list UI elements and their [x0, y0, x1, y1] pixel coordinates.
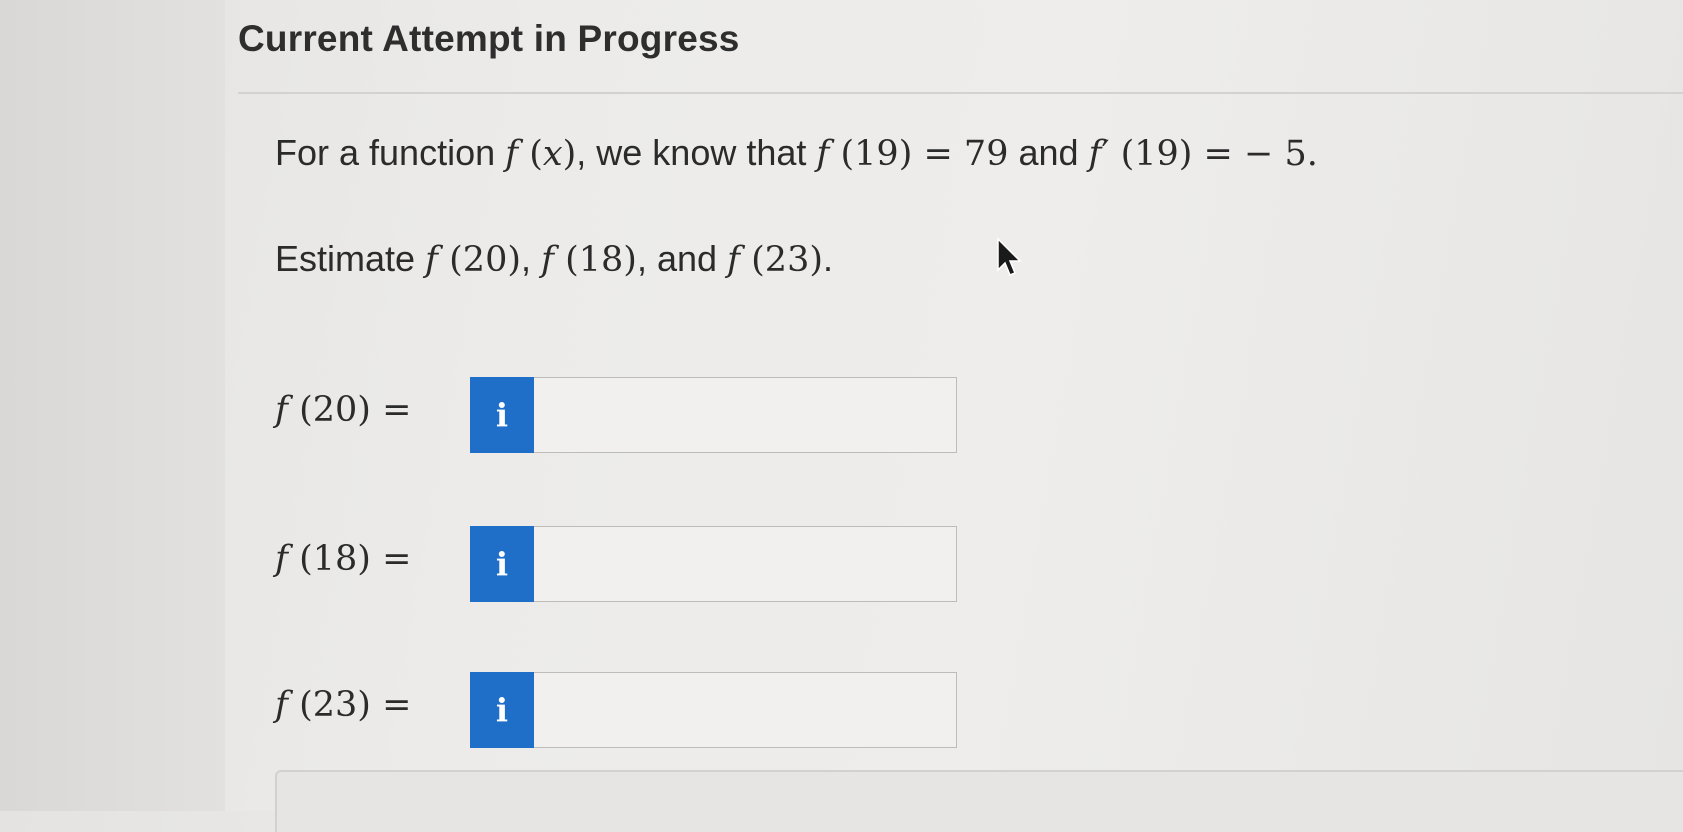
info-button[interactable]: i — [470, 526, 534, 602]
page-title: Current Attempt in Progress — [238, 18, 740, 59]
target-f18: f (18) — [541, 240, 637, 280]
info-icon: i — [495, 545, 509, 583]
answer-input-f18[interactable] — [534, 526, 957, 602]
left-sidebar-strip — [0, 0, 225, 811]
question-text: , we know that — [576, 132, 817, 173]
answer-input-f20[interactable] — [534, 377, 957, 453]
function-fx: f (x) — [505, 134, 577, 174]
question-text: For a function — [275, 132, 506, 173]
question-statement: For a function f (x), we know that f (19… — [275, 132, 1318, 174]
info-button[interactable]: i — [470, 672, 534, 748]
answer-label-f20: f (20) = — [275, 390, 412, 430]
target-f20: f (20) — [425, 240, 521, 280]
answer-label-f18: f (18) = — [275, 539, 412, 579]
given-derivative-f19: f′ (19) = − 5. — [1088, 134, 1318, 174]
answer-label-f23: f (23) = — [275, 685, 412, 725]
answer-row-f23: f (23) = i — [275, 667, 975, 751]
info-button[interactable]: i — [470, 377, 534, 453]
info-icon: i — [495, 396, 509, 434]
instruction-text: Estimate — [275, 238, 426, 279]
question-instruction: Estimate f (20), f (18), and f (23). — [275, 238, 834, 280]
header-divider — [238, 92, 1683, 94]
answer-input-f23[interactable] — [534, 672, 957, 748]
target-f23: f (23) — [727, 240, 823, 280]
answer-row-f18: f (18) = i — [275, 521, 975, 605]
info-icon: i — [495, 691, 509, 729]
given-value-f19: f (19) = 79 — [816, 134, 1009, 174]
bottom-panel — [275, 770, 1683, 832]
answer-row-f20: f (20) = i — [275, 372, 975, 456]
question-text: and — [1008, 132, 1089, 173]
mouse-cursor-icon — [997, 237, 1022, 276]
